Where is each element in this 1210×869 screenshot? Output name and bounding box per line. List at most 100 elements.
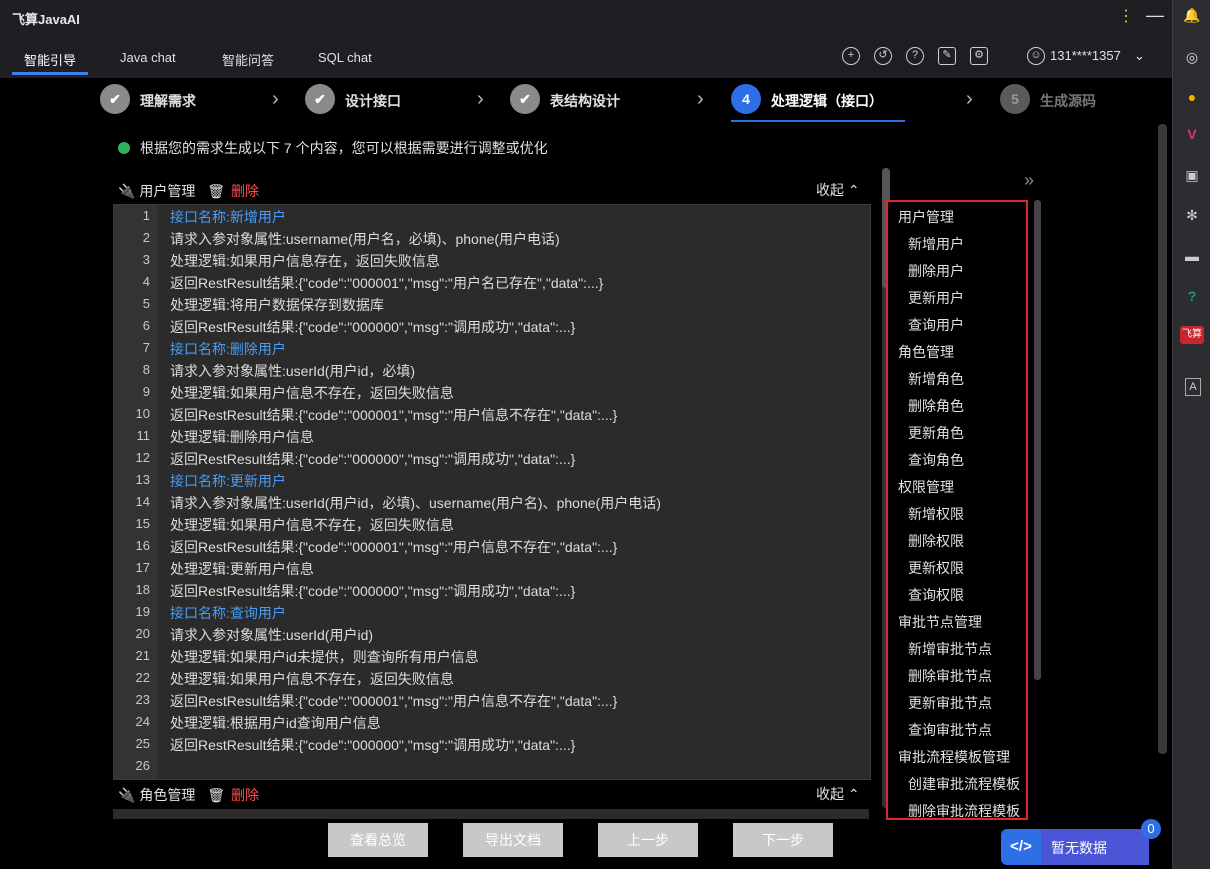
- tab-smart-guide[interactable]: 智能引导: [24, 50, 76, 69]
- code-line[interactable]: 20 请求入参对象属性:userId(用户id): [114, 623, 870, 645]
- minimize-icon[interactable]: —: [1146, 5, 1164, 26]
- outline-child-item[interactable]: 查询权限: [908, 585, 964, 605]
- code-line[interactable]: 26: [114, 755, 870, 777]
- feisuan-icon[interactable]: 飞算: [1180, 326, 1204, 344]
- outline-child-item[interactable]: 创建审批流程模板: [908, 774, 1020, 794]
- network-icon[interactable]: ✻: [1183, 206, 1201, 224]
- outline-group-item[interactable]: 权限管理: [898, 477, 954, 497]
- outline-child-item[interactable]: 删除角色: [908, 396, 964, 416]
- code-line[interactable]: 1 接口名称:新增用户: [114, 205, 870, 227]
- tab-java-chat[interactable]: Java chat: [120, 50, 176, 65]
- v-icon[interactable]: V: [1183, 125, 1201, 143]
- chat-icon[interactable]: ◎: [1183, 48, 1201, 66]
- code-line[interactable]: 3 处理逻辑:如果用户信息存在，返回失败信息: [114, 249, 870, 271]
- next-step-button[interactable]: 下一步: [733, 823, 833, 857]
- step-1-label[interactable]: 理解需求: [140, 91, 196, 111]
- outline-child-item[interactable]: 删除用户: [908, 261, 964, 281]
- outline-child-item[interactable]: 删除权限: [908, 531, 964, 551]
- outline-child-item[interactable]: 查询用户: [908, 315, 964, 335]
- help-icon[interactable]: ?: [1183, 287, 1201, 305]
- outline-child-item[interactable]: 查询角色: [908, 450, 964, 470]
- line-number: 10: [135, 406, 150, 421]
- more-options-icon[interactable]: ⋮: [1118, 6, 1134, 26]
- chevron-down-icon[interactable]: ⌄: [1134, 48, 1145, 64]
- outline-child-item[interactable]: 更新角色: [908, 423, 964, 443]
- user-avatar-icon[interactable]: ☺: [1027, 47, 1045, 65]
- a-icon[interactable]: A: [1185, 378, 1201, 396]
- trash-icon[interactable]: 🗑: [207, 787, 225, 803]
- code-line[interactable]: 8 请求入参对象属性:userId(用户id，必填): [114, 359, 870, 381]
- collapse-button[interactable]: 收起 ⌃: [816, 180, 860, 200]
- outline-child-item[interactable]: 查询审批节点: [908, 720, 992, 740]
- outline-child-item[interactable]: 删除审批节点: [908, 666, 992, 686]
- outline-child-item[interactable]: 更新用户: [908, 288, 964, 308]
- expand-right-icon[interactable]: »: [1024, 170, 1034, 191]
- code-line[interactable]: 10 返回RestResult结果:{"code":"000001","msg":…: [114, 403, 870, 425]
- outline-group-item[interactable]: 角色管理: [898, 342, 954, 362]
- line-text: 返回RestResult结果:{"code":"000000","msg":"调…: [170, 737, 576, 753]
- user-account[interactable]: 131****1357: [1050, 48, 1121, 63]
- code-line[interactable]: 7 接口名称:删除用户: [114, 337, 870, 359]
- line-text: 处理逻辑:更新用户信息: [170, 561, 314, 577]
- database-icon[interactable]: ●: [1183, 88, 1201, 106]
- bell-icon[interactable]: 🔔: [1183, 6, 1201, 24]
- history-icon[interactable]: ↺: [874, 47, 892, 65]
- settings-icon[interactable]: ⚙: [970, 47, 988, 65]
- add-icon[interactable]: +: [842, 47, 860, 65]
- code-line[interactable]: 13 接口名称:更新用户: [114, 469, 870, 491]
- line-number: 19: [135, 604, 150, 619]
- outline-child-item[interactable]: 新增权限: [908, 504, 964, 524]
- outline-child-item[interactable]: 新增审批节点: [908, 639, 992, 659]
- code-line[interactable]: 16 返回RestResult结果:{"code":"000001","msg":…: [114, 535, 870, 557]
- code-line[interactable]: 6 返回RestResult结果:{"code":"000000","msg":"…: [114, 315, 870, 337]
- outline-group-item[interactable]: 用户管理: [898, 207, 954, 227]
- info-text: 根据您的需求生成以下 7 个内容，您可以根据需要进行调整或优化: [140, 140, 548, 156]
- code-line[interactable]: 19 接口名称:查询用户: [114, 601, 870, 623]
- step-2-label[interactable]: 设计接口: [345, 91, 401, 111]
- code-line[interactable]: 5 处理逻辑:将用户数据保存到数据库: [114, 293, 870, 315]
- step-5-label[interactable]: 生成源码: [1040, 91, 1096, 111]
- main-scrollbar[interactable]: [1158, 124, 1167, 754]
- outline-child-item[interactable]: 删除审批流程模板: [908, 801, 1020, 818]
- outline-group-item[interactable]: 审批节点管理: [898, 612, 982, 632]
- code-line[interactable]: 15 处理逻辑:如果用户信息不存在，返回失败信息: [114, 513, 870, 535]
- code-line[interactable]: 11 处理逻辑:删除用户信息: [114, 425, 870, 447]
- code-line[interactable]: 14 请求入参对象属性:userId(用户id，必填)、username(用户名)…: [114, 491, 870, 513]
- tab-smart-qa[interactable]: 智能问答: [222, 50, 274, 69]
- code-line[interactable]: 25 返回RestResult结果:{"code":"000000","msg":…: [114, 733, 870, 755]
- view-overview-button[interactable]: 查看总览: [328, 823, 428, 857]
- previous-step-button[interactable]: 上一步: [598, 823, 698, 857]
- outline-child-item[interactable]: 更新审批节点: [908, 693, 992, 713]
- collapse-button[interactable]: 收起 ⌃: [816, 784, 860, 804]
- line-text: 返回RestResult结果:{"code":"000000","msg":"调…: [170, 451, 576, 467]
- code-line[interactable]: 22 处理逻辑:如果用户信息不存在，返回失败信息: [114, 667, 870, 689]
- code-line[interactable]: 18 返回RestResult结果:{"code":"000000","msg":…: [114, 579, 870, 601]
- code-line[interactable]: 23 返回RestResult结果:{"code":"000001","msg":…: [114, 689, 870, 711]
- trash-icon[interactable]: 🗑: [207, 183, 225, 199]
- code-line[interactable]: 21 处理逻辑:如果用户id未提供，则查询所有用户信息: [114, 645, 870, 667]
- step-3-label[interactable]: 表结构设计: [550, 91, 620, 111]
- panel-icon[interactable]: ▬: [1183, 247, 1201, 265]
- step-4-label[interactable]: 处理逻辑（接口）: [771, 91, 883, 111]
- code-line[interactable]: 12 返回RestResult结果:{"code":"000000","msg":…: [114, 447, 870, 469]
- tab-sql-chat[interactable]: SQL chat: [318, 50, 372, 65]
- outline-group-item[interactable]: 审批流程模板管理: [898, 747, 1010, 767]
- outline-child-item[interactable]: 新增用户: [908, 234, 964, 254]
- code-line[interactable]: 4 返回RestResult结果:{"code":"000001","msg":"…: [114, 271, 870, 293]
- no-data-widget[interactable]: </> 暂无数据 0: [1001, 819, 1161, 866]
- code-line[interactable]: 17 处理逻辑:更新用户信息: [114, 557, 870, 579]
- code-editor[interactable]: 1 接口名称:新增用户 2 请求入参对象属性:username(用户名，必填)、pho…: [113, 204, 871, 780]
- export-document-button[interactable]: 导出文档: [463, 823, 563, 857]
- code-line[interactable]: 24 处理逻辑:根据用户id查询用户信息: [114, 711, 870, 733]
- edit-icon[interactable]: ✎: [938, 47, 956, 65]
- outline-child-item[interactable]: 更新权限: [908, 558, 964, 578]
- delete-button[interactable]: 删除: [231, 787, 259, 803]
- code-editor-role[interactable]: [113, 809, 869, 819]
- help-icon[interactable]: ?: [906, 47, 924, 65]
- outline-scrollbar[interactable]: [1034, 200, 1041, 680]
- package-icon[interactable]: ▣: [1183, 166, 1201, 184]
- code-line[interactable]: 2 请求入参对象属性:username(用户名，必填)、phone(用户电话): [114, 227, 870, 249]
- delete-button[interactable]: 删除: [231, 183, 259, 199]
- outline-child-item[interactable]: 新增角色: [908, 369, 964, 389]
- code-line[interactable]: 9 处理逻辑:如果用户信息不存在，返回失败信息: [114, 381, 870, 403]
